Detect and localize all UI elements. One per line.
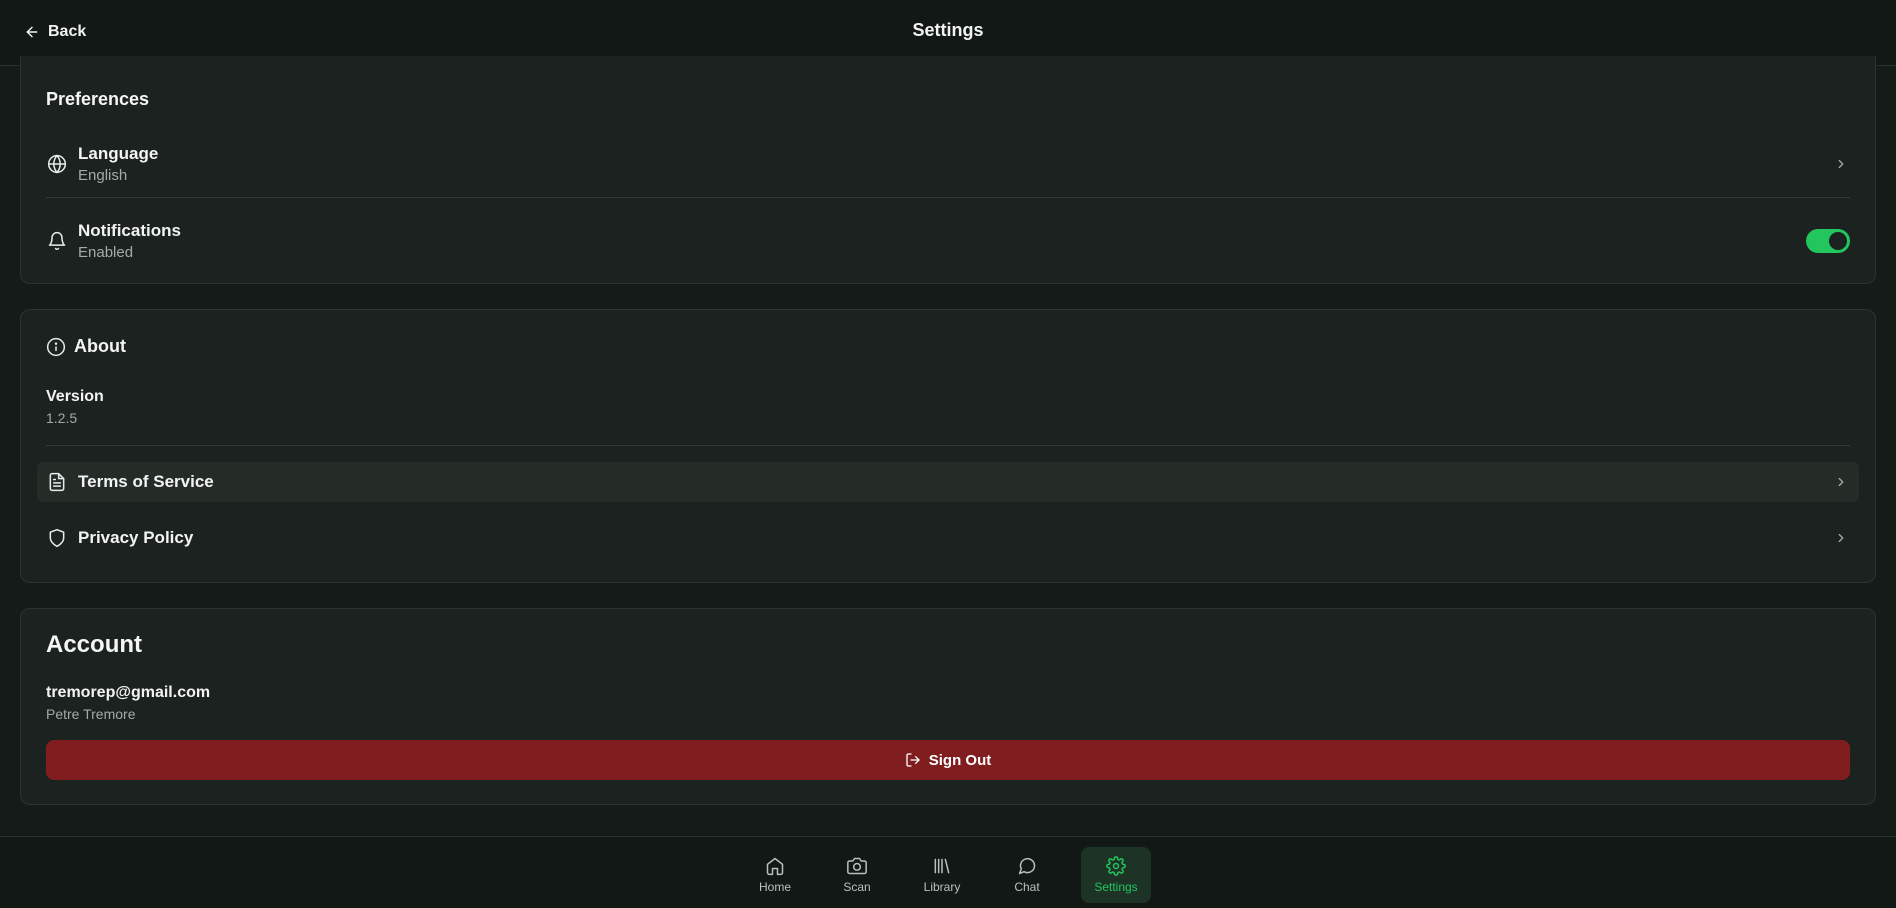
account-name: Petre Tremore <box>46 706 136 722</box>
notifications-label: Notifications <box>78 221 181 240</box>
chevron-right-icon <box>1834 531 1848 545</box>
terms-row[interactable]: Terms of Service <box>46 462 1850 502</box>
version-block: Version 1.2.5 <box>46 388 104 426</box>
preferences-card: Preferences Language English Notificatio… <box>20 56 1876 284</box>
info-icon <box>46 337 66 357</box>
nav-home[interactable]: Home <box>748 847 802 903</box>
privacy-row[interactable]: Privacy Policy <box>46 518 1850 558</box>
page-title: Settings <box>912 20 984 40</box>
home-icon <box>765 856 785 876</box>
divider <box>46 445 1850 446</box>
account-info: tremorep@gmail.com Petre Tremore <box>46 684 210 722</box>
nav-chat[interactable]: Chat <box>1002 847 1052 903</box>
version-label: Version <box>46 388 104 405</box>
globe-icon <box>46 153 68 175</box>
notifications-value: Enabled <box>78 244 134 261</box>
nav-scan-label: Scan <box>843 880 871 894</box>
nav-library-label: Library <box>923 880 961 894</box>
sign-out-label: Sign Out <box>928 751 992 769</box>
gear-icon <box>1106 856 1126 876</box>
notifications-row: Notifications Enabled <box>46 217 1850 265</box>
camera-icon <box>847 856 867 876</box>
privacy-label: Privacy Policy <box>78 528 194 547</box>
toggle-knob <box>1829 232 1847 250</box>
account-title: Account <box>46 631 142 658</box>
nav-settings-label: Settings <box>1094 880 1138 894</box>
log-out-icon <box>905 752 921 768</box>
nav-home-label: Home <box>758 880 791 894</box>
version-value: 1.2.5 <box>46 410 78 426</box>
about-header: About <box>46 336 126 357</box>
bottom-nav: Home Scan Library Chat Settings <box>0 836 1896 908</box>
sign-out-button[interactable]: Sign Out <box>46 740 1850 780</box>
terms-label: Terms of Service <box>78 472 214 491</box>
nav-settings[interactable]: Settings <box>1081 847 1151 903</box>
preferences-title: Preferences <box>46 89 150 109</box>
nav-library[interactable]: Library <box>912 847 972 903</box>
account-email: tremorep@gmail.com <box>46 684 211 701</box>
about-title: About <box>74 336 126 356</box>
language-label: Language <box>78 144 159 163</box>
nav-chat-label: Chat <box>1014 880 1040 894</box>
divider <box>46 197 1850 198</box>
notifications-toggle[interactable] <box>1806 229 1850 253</box>
document-icon <box>46 471 68 493</box>
shield-icon <box>46 527 68 549</box>
chevron-right-icon <box>1834 475 1848 489</box>
language-row[interactable]: Language English <box>46 140 1850 188</box>
library-icon <box>932 856 952 876</box>
account-card: Account tremorep@gmail.com Petre Tremore… <box>20 608 1876 805</box>
language-value: English <box>78 167 128 184</box>
nav-scan[interactable]: Scan <box>832 847 882 903</box>
chevron-right-icon <box>1834 157 1848 171</box>
chat-icon <box>1017 856 1037 876</box>
about-card: About Version 1.2.5 Terms of Service Pri… <box>20 309 1876 583</box>
bell-icon <box>46 230 68 252</box>
